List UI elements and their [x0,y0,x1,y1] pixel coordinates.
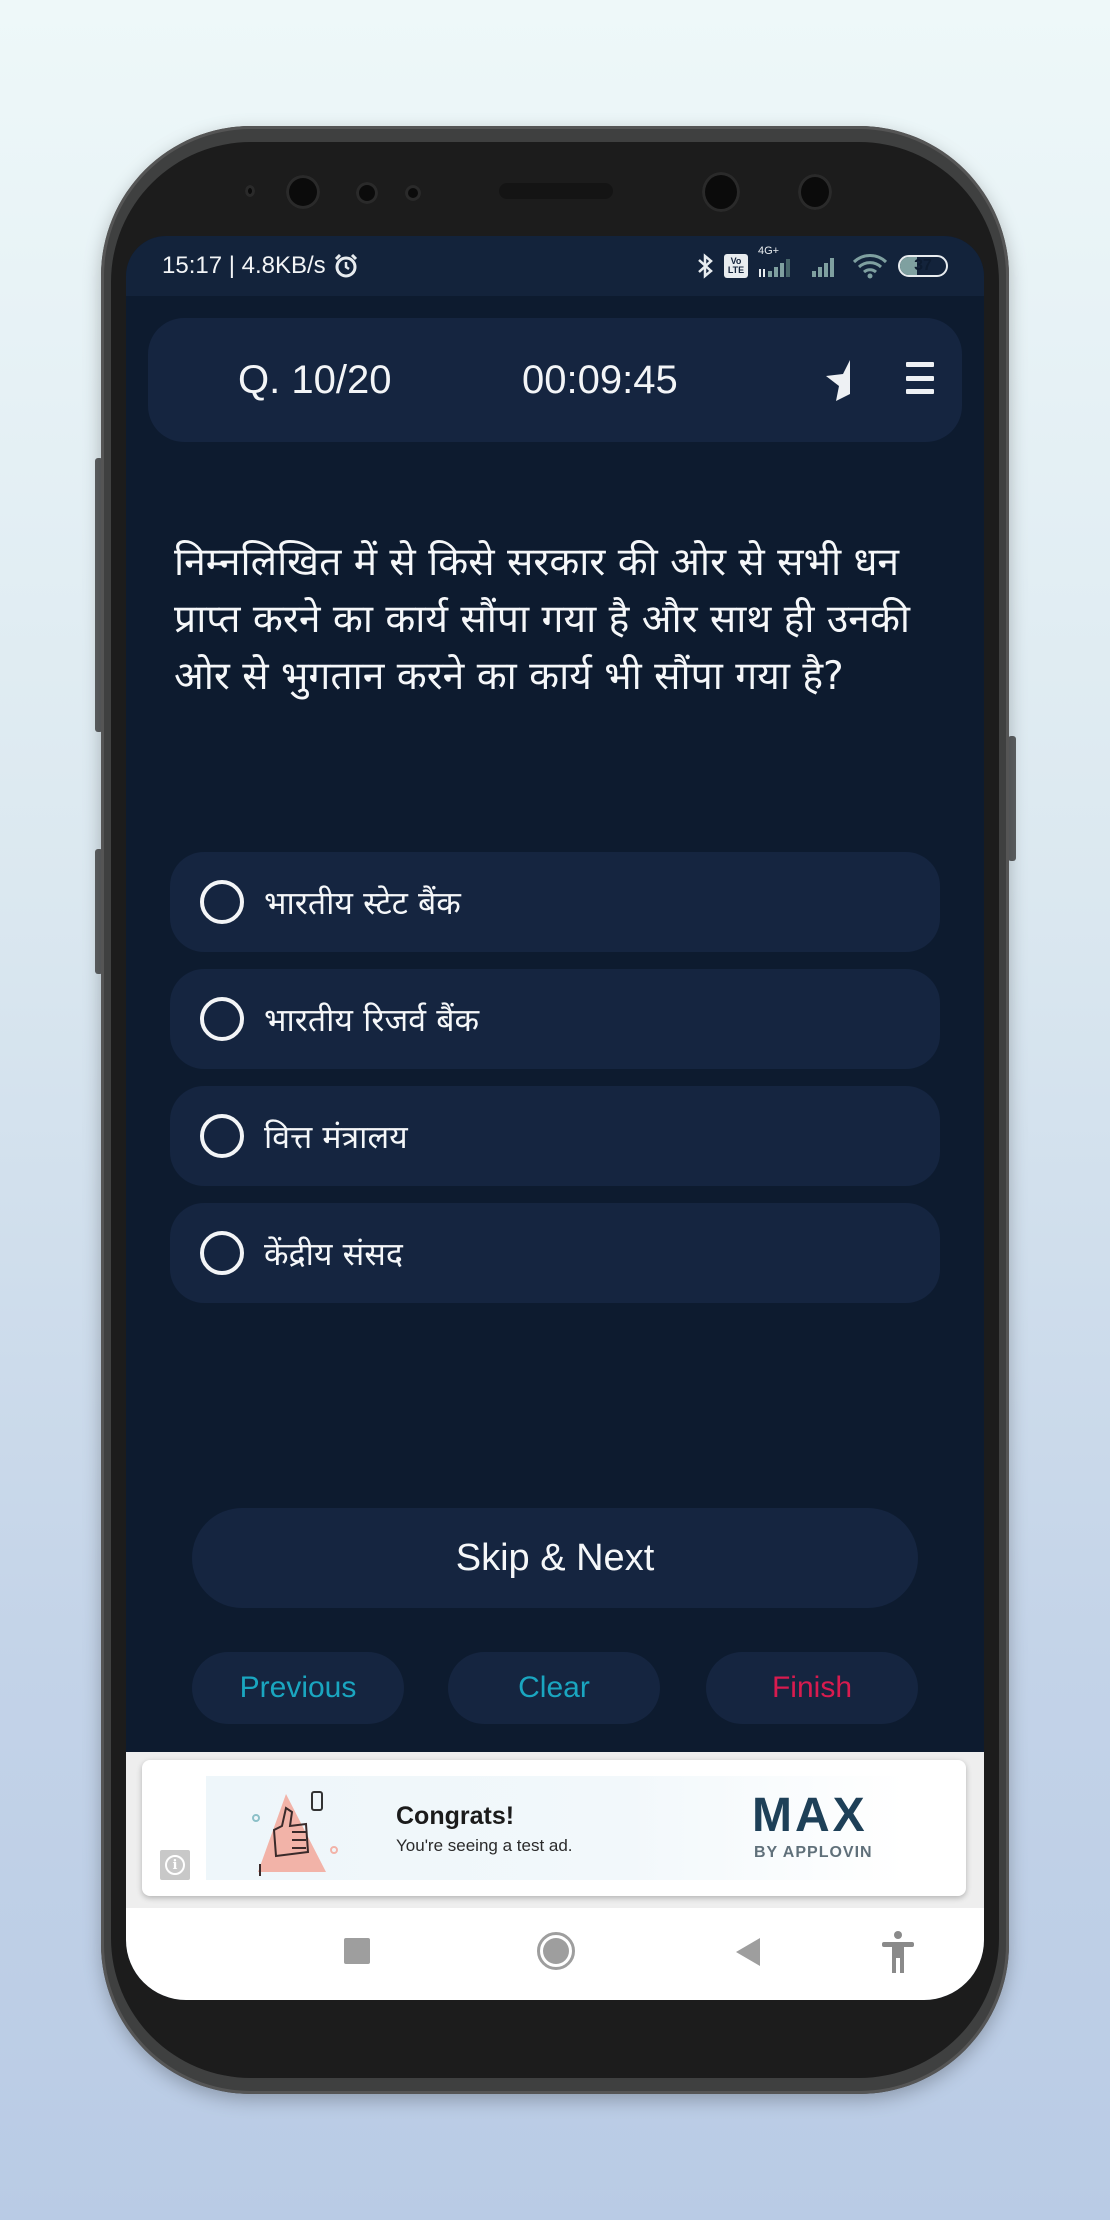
back-icon[interactable] [736,1938,760,1966]
earpiece-speaker [499,183,613,199]
system-navigation-bar [126,1908,984,2000]
ad-container: i Congrats! You're seeing a test ad. MAX… [126,1752,984,1908]
light-sensor [356,182,378,204]
ad-creative[interactable]: Congrats! You're seeing a test ad. MAX B… [206,1776,906,1880]
volte-icon: Vo LTE [724,254,748,278]
option-3[interactable]: वित्त मंत्रालय [170,1086,940,1186]
skip-next-button[interactable]: Skip & Next [192,1508,918,1608]
alarm-icon [332,252,360,280]
option-2[interactable]: भारतीय रिजर्व बैंक [170,969,940,1069]
ad-subtitle: You're seeing a test ad. [396,1836,573,1855]
accessibility-icon[interactable] [878,1930,918,1979]
question-counter: Q. 10/20 [238,357,392,402]
proximity-sensor [245,185,255,197]
radio-button-icon[interactable] [200,1231,244,1275]
thumbs-up-icon [252,1791,338,1876]
option-label: केंद्रीय संसद [264,1234,403,1273]
camera-lens-2 [798,174,832,210]
bluetooth-icon [696,253,714,279]
bookmark-star-icon[interactable] [824,358,864,402]
finish-button[interactable]: Finish [706,1652,918,1724]
front-camera-icon [286,175,320,209]
option-4[interactable]: केंद्रीय संसद [170,1203,940,1303]
option-1[interactable]: भारतीय स्टेट बैंक [170,852,940,952]
previous-button[interactable]: Previous [192,1652,404,1724]
home-icon[interactable] [537,1932,575,1970]
radio-button-icon[interactable] [200,997,244,1041]
battery-icon: 37 [898,255,948,277]
question-text: निम्नलिखित में से किसे सरकार की ओर से सभ… [174,540,910,699]
timer: 00:09:45 [522,357,678,402]
ad-brand-logo: MAX [752,1789,868,1842]
menu-icon[interactable] [906,362,934,394]
wifi-icon [852,253,888,279]
option-label: भारतीय रिजर्व बैंक [264,1000,480,1039]
status-time-speed: 15:17 | 4.8KB/s [162,252,326,279]
power-button [1008,736,1016,861]
recent-apps-icon[interactable] [344,1938,370,1964]
sensor-dot [405,185,421,201]
status-bar: 15:17 | 4.8KB/s Vo LTE 4G+ 37 [126,236,984,296]
ad-brand-subtitle: BY APPLOVIN [754,1844,873,1861]
signal-4g-icon: 4G+ [758,245,798,279]
signal-icon [808,253,842,279]
ad-info-icon[interactable]: i [160,1850,190,1880]
radio-button-icon[interactable] [200,880,244,924]
clear-button[interactable]: Clear [448,1652,660,1724]
option-label: भारतीय स्टेट बैंक [264,883,461,922]
option-label: वित्त मंत्रालय [264,1117,408,1156]
app-screen: 15:17 | 4.8KB/s Vo LTE 4G+ 37 Q. 10/20 0… [126,236,984,2000]
radio-button-icon[interactable] [200,1114,244,1158]
ad-banner[interactable]: i Congrats! You're seeing a test ad. MAX… [142,1760,966,1896]
quiz-header: Q. 10/20 00:09:45 [148,318,962,442]
ad-title: Congrats! [396,1802,515,1830]
camera-lens [702,172,740,212]
